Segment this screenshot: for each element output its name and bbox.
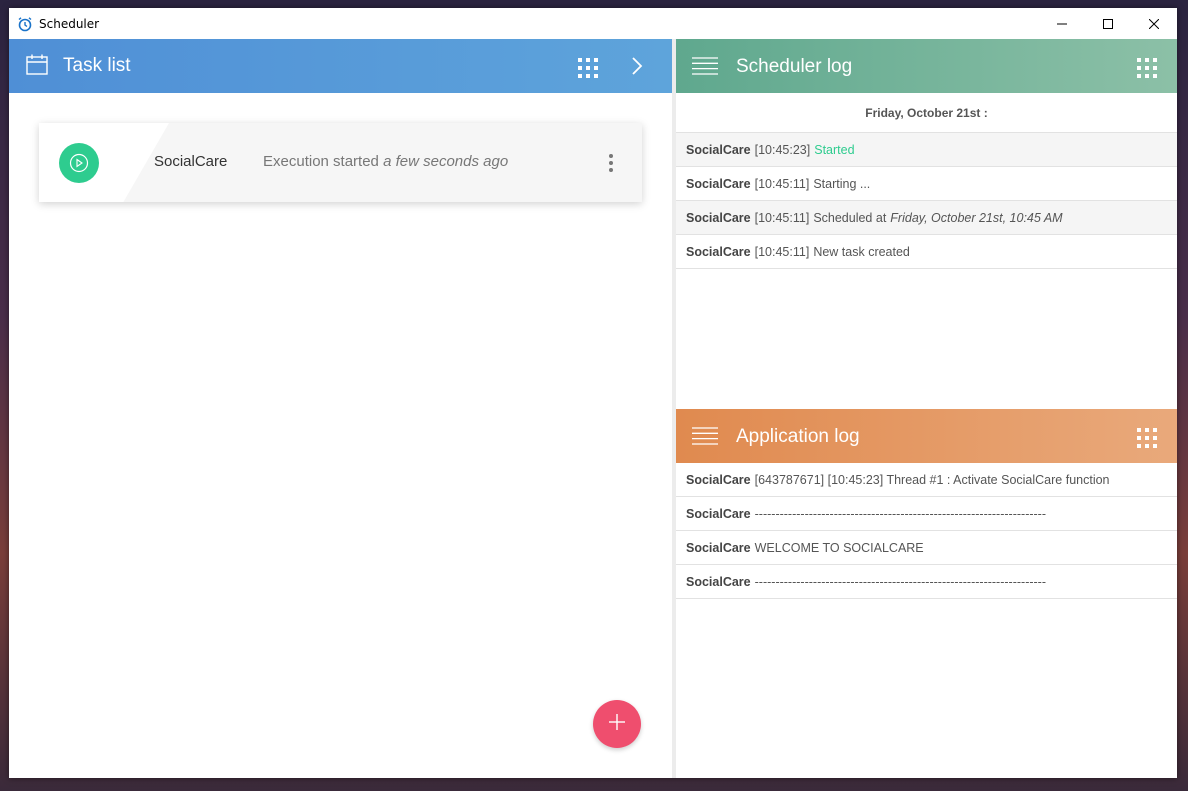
kebab-icon[interactable] [609, 154, 613, 172]
log-source: SocialCare [686, 210, 751, 225]
window-title: Scheduler [39, 16, 100, 31]
close-button[interactable] [1131, 8, 1177, 39]
task-card[interactable]: SocialCare Execution started a few secon… [39, 123, 642, 202]
log-message: Starting ... [813, 176, 871, 191]
log-message: WELCOME TO SOCIALCARE [754, 540, 924, 555]
chevron-right-icon[interactable] [631, 57, 643, 79]
log-message: New task created [813, 244, 910, 259]
log-entry: SocialCare -----------------------------… [676, 565, 1177, 599]
grid-icon[interactable] [1137, 58, 1157, 78]
scheduler-log-header: Scheduler log [676, 39, 1177, 93]
maximize-button[interactable] [1085, 8, 1131, 39]
log-time: [10:45:11] [754, 244, 810, 259]
task-status: Execution started a few seconds ago [263, 153, 508, 170]
log-source: SocialCare [686, 574, 751, 589]
log-message: Started [814, 142, 855, 157]
task-list-header: Task list [9, 39, 672, 93]
hamburger-icon[interactable] [692, 57, 718, 79]
log-entry: SocialCare WELCOME TO SOCIALCARE [676, 531, 1177, 565]
log-entry: SocialCare [10:45:23] Started [676, 133, 1177, 167]
log-time: [10:45:11] [754, 210, 810, 225]
log-message: Scheduled at [813, 210, 887, 225]
log-message: [643787671] [10:45:23] Thread #1 : Activ… [754, 472, 1110, 487]
application-log-title: Application log [736, 426, 860, 447]
log-source: SocialCare [686, 540, 751, 555]
log-source: SocialCare [686, 472, 751, 487]
log-entry: SocialCare [10:45:11] New task created [676, 235, 1177, 269]
log-source: SocialCare [686, 506, 751, 521]
task-name: SocialCare [154, 153, 228, 170]
grid-icon[interactable] [578, 58, 598, 78]
app-window: Scheduler Task list SocialCare Execution… [9, 8, 1177, 778]
hamburger-icon[interactable] [692, 427, 718, 449]
log-entry: SocialCare [643787671] [10:45:23] Thread… [676, 463, 1177, 497]
grid-icon[interactable] [1137, 428, 1157, 448]
task-status-prefix: Execution started [263, 153, 379, 170]
log-source: SocialCare [686, 176, 751, 191]
log-source: SocialCare [686, 142, 751, 157]
scheduler-log-title: Scheduler log [736, 56, 853, 77]
calendar-icon [26, 54, 48, 79]
log-entry: SocialCare -----------------------------… [676, 497, 1177, 531]
task-list-title: Task list [63, 55, 131, 76]
log-source: SocialCare [686, 244, 751, 259]
alarm-clock-icon [17, 16, 33, 32]
add-task-button[interactable] [593, 700, 641, 748]
task-list-panel: Task list SocialCare Execution started a… [9, 39, 672, 778]
plus-icon [608, 713, 626, 735]
log-detail: Friday, October 21st, 10:45 AM [890, 210, 1063, 225]
minimize-button[interactable] [1039, 8, 1085, 39]
log-panel: Scheduler log Friday, October 21st : Soc… [676, 39, 1177, 778]
scheduler-log-section: Scheduler log Friday, October 21st : Soc… [676, 39, 1177, 409]
log-entry: SocialCare [10:45:11] Starting ... [676, 167, 1177, 201]
log-time: [10:45:23] [754, 142, 811, 157]
play-icon[interactable] [59, 143, 99, 183]
log-message: ----------------------------------------… [754, 574, 1047, 589]
log-entry: SocialCare [10:45:11] Scheduled at Frida… [676, 201, 1177, 235]
title-bar[interactable]: Scheduler [9, 8, 1177, 39]
application-log-section: Application log SocialCare [643787671] [… [676, 409, 1177, 778]
log-time: [10:45:11] [754, 176, 810, 191]
application-log-header: Application log [676, 409, 1177, 463]
log-date: Friday, October 21st : [676, 93, 1177, 133]
log-message: ----------------------------------------… [754, 506, 1047, 521]
task-status-time: a few seconds ago [383, 153, 509, 170]
